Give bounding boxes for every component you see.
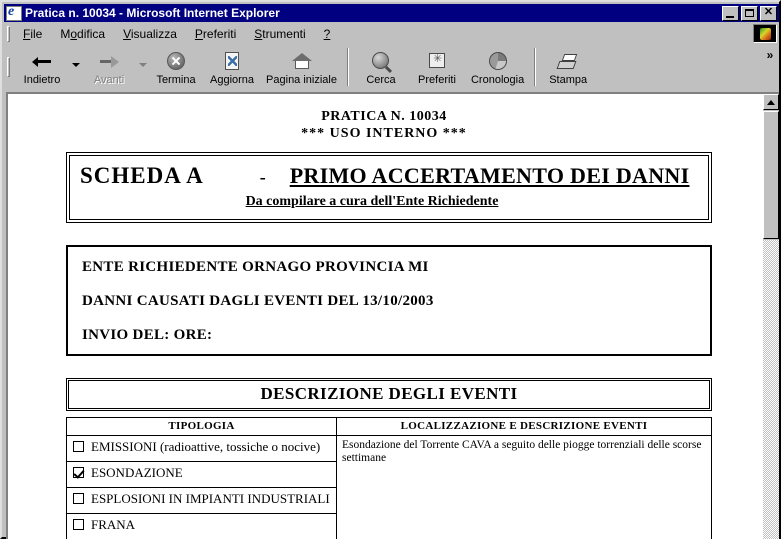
menu-item-file[interactable]: File bbox=[14, 25, 51, 43]
scrollbar-track[interactable] bbox=[763, 240, 779, 539]
tipologia-cell-emissioni[interactable]: EMISSIONI (radioattive, tossiche o nociv… bbox=[66, 435, 337, 462]
document-page: PRATICA N. 10034 *** USO INTERNO *** SCH… bbox=[8, 94, 760, 539]
tipologia-label: EMISSIONI (radioattive, tossiche o nociv… bbox=[91, 439, 321, 454]
title-bar: Pratica n. 10034 - Microsoft Internet Ex… bbox=[4, 4, 779, 22]
search-icon bbox=[369, 50, 393, 73]
history-button-label: Cronologia bbox=[470, 73, 525, 86]
column-header-localizzazione: LOCALIZZAZIONE E DESCRIZIONE EVENTI bbox=[336, 417, 712, 436]
column-header-tipologia: TIPOLOGIA bbox=[66, 417, 337, 436]
vertical-scrollbar[interactable] bbox=[762, 94, 779, 539]
ente-richiedente-box: ENTE RICHIEDENTE ORNAGO PROVINCIA MI DAN… bbox=[66, 245, 712, 356]
menu-bar: File Modifica Visualizza Preferiti Strum… bbox=[4, 23, 779, 44]
internet-explorer-logo-icon bbox=[753, 24, 777, 43]
menu-item-visualizza[interactable]: Visualizza bbox=[114, 25, 186, 43]
eventi-table: TIPOLOGIA LOCALIZZAZIONE E DESCRIZIONE E… bbox=[66, 417, 712, 539]
invio-ore-line: INVIO DEL: ORE: bbox=[82, 327, 213, 343]
toolbar-separator bbox=[346, 48, 349, 86]
window-title: Pratica n. 10034 - Microsoft Internet Ex… bbox=[25, 6, 280, 20]
home-button-label: Pagina iniziale bbox=[266, 73, 337, 86]
stop-button[interactable]: Termina bbox=[148, 44, 204, 90]
close-button[interactable]: ✕ bbox=[760, 5, 777, 21]
scheda-title-row: SCHEDA A - PRIMO ACCERTAMENTO DEI DANNI bbox=[80, 163, 698, 189]
checkbox-emissioni[interactable] bbox=[73, 441, 84, 452]
chevron-down-icon bbox=[138, 63, 147, 67]
uso-interno-label: *** USO INTERNO *** bbox=[301, 126, 467, 141]
scheda-label: SCHEDA A bbox=[80, 163, 204, 188]
danni-eventi-line: DANNI CAUSATI DAGLI EVENTI DEL 13/10/200… bbox=[82, 293, 434, 309]
chevron-down-icon bbox=[71, 63, 80, 67]
tipologia-label: ESPLOSIONI IN IMPIANTI INDUSTRIALI bbox=[91, 491, 330, 506]
standard-toolbar: Indietro Avanti Termina Aggiorna Pagina … bbox=[4, 44, 779, 90]
minimize-button[interactable] bbox=[722, 5, 739, 21]
favorites-button-label: Preferiti bbox=[418, 73, 456, 86]
back-button-label: Indietro bbox=[23, 73, 61, 86]
descrizione-evento-cell[interactable]: Esondazione del Torrente CAVA a seguito … bbox=[336, 435, 712, 539]
scheda-dash: - bbox=[259, 167, 266, 187]
forward-dropdown-button[interactable] bbox=[137, 44, 148, 90]
tipologia-cell-esplosioni[interactable]: ESPLOSIONI IN IMPIANTI INDUSTRIALI bbox=[66, 487, 337, 514]
toolbar-overflow-button[interactable]: » bbox=[761, 44, 779, 90]
descrizione-eventi-section: DESCRIZIONE DEGLI EVENTI TIPOLOGIA LOCAL… bbox=[66, 378, 712, 539]
menu-item-preferiti[interactable]: Preferiti bbox=[186, 25, 245, 43]
back-arrow-icon bbox=[30, 50, 54, 73]
table-row: EMISSIONI (radioattive, tossiche o nociv… bbox=[66, 435, 712, 539]
scrollbar-thumb[interactable] bbox=[763, 111, 779, 239]
menu-item-modifica[interactable]: Modifica bbox=[51, 25, 114, 43]
forward-button[interactable]: Avanti bbox=[81, 44, 137, 90]
checkbox-esplosioni[interactable] bbox=[73, 493, 84, 504]
home-icon bbox=[290, 50, 314, 73]
stop-button-label: Termina bbox=[156, 73, 196, 86]
scheda-title-box: SCHEDA A - PRIMO ACCERTAMENTO DEI DANNI … bbox=[66, 152, 712, 223]
forward-arrow-icon bbox=[97, 50, 121, 73]
checkbox-frana[interactable] bbox=[73, 519, 84, 530]
refresh-button[interactable]: Aggiorna bbox=[204, 44, 260, 90]
search-button-label: Cerca bbox=[366, 73, 396, 86]
search-button[interactable]: Cerca bbox=[353, 44, 409, 90]
descrizione-eventi-title: DESCRIZIONE DEGLI EVENTI bbox=[68, 380, 710, 409]
scheda-title-inner: SCHEDA A - PRIMO ACCERTAMENTO DEI DANNI … bbox=[69, 155, 709, 220]
print-icon bbox=[556, 50, 580, 73]
table-header-row: TIPOLOGIA LOCALIZZAZIONE E DESCRIZIONE E… bbox=[66, 417, 712, 436]
scheda-title: PRIMO ACCERTAMENTO DEI DANNI bbox=[289, 163, 690, 188]
descrizione-eventi-header-box: DESCRIZIONE DEGLI EVENTI bbox=[66, 378, 712, 411]
browser-client-area: PRATICA N. 10034 *** USO INTERNO *** SCH… bbox=[6, 92, 779, 539]
tipologia-cell-esondazione[interactable]: ESONDAZIONE bbox=[66, 461, 337, 488]
refresh-button-label: Aggiorna bbox=[210, 73, 255, 86]
history-button[interactable]: Cronologia bbox=[465, 44, 530, 90]
tipologia-label: ESONDAZIONE bbox=[91, 465, 183, 480]
favorites-button[interactable]: Preferiti bbox=[409, 44, 465, 90]
scheda-subtitle: Da compilare a cura dell'Ente Richiedent… bbox=[245, 194, 499, 209]
ie-document-icon bbox=[6, 4, 22, 21]
pratica-header: PRATICA N. 10034 *** USO INTERNO *** bbox=[8, 108, 760, 142]
stop-icon bbox=[164, 50, 188, 73]
print-button[interactable]: Stampa bbox=[540, 44, 596, 90]
maximize-button[interactable] bbox=[741, 5, 758, 21]
menu-item-strumenti[interactable]: Strumenti bbox=[245, 25, 314, 43]
favorites-icon bbox=[425, 50, 449, 73]
scroll-up-button[interactable] bbox=[763, 94, 779, 110]
home-button[interactable]: Pagina iniziale bbox=[260, 44, 343, 90]
pratica-number: PRATICA N. 10034 bbox=[321, 109, 447, 124]
back-dropdown-button[interactable] bbox=[70, 44, 81, 90]
toolbar-grip[interactable] bbox=[7, 57, 10, 77]
menubar-grip[interactable] bbox=[7, 25, 10, 42]
window-controls: ✕ bbox=[722, 5, 777, 21]
tipologia-label: FRANA bbox=[91, 517, 136, 532]
forward-button-label: Avanti bbox=[93, 73, 125, 86]
close-icon: ✕ bbox=[763, 5, 774, 18]
refresh-icon bbox=[220, 50, 244, 73]
menu-item-file-rest: ile bbox=[30, 26, 43, 41]
print-button-label: Stampa bbox=[549, 73, 588, 86]
history-icon bbox=[486, 50, 510, 73]
checkbox-esondazione[interactable] bbox=[73, 467, 84, 478]
ente-richiedente-line: ENTE RICHIEDENTE ORNAGO PROVINCIA MI bbox=[82, 259, 429, 275]
toolbar-separator bbox=[534, 48, 537, 86]
tipologia-cell-frana[interactable]: FRANA bbox=[66, 513, 337, 539]
ie-browser-window: Pratica n. 10034 - Microsoft Internet Ex… bbox=[0, 0, 781, 539]
back-button[interactable]: Indietro bbox=[14, 44, 70, 90]
scroll-up-arrow-icon bbox=[767, 100, 775, 105]
menu-item-help[interactable]: ? bbox=[315, 25, 340, 43]
